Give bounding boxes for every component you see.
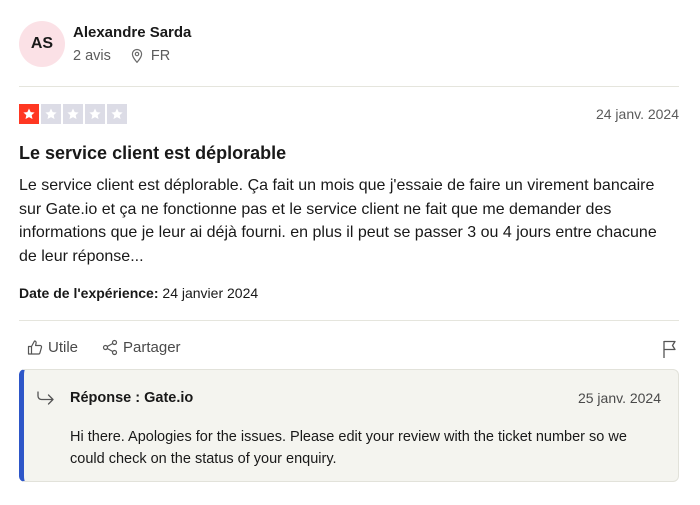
flag-icon[interactable] [661,339,679,359]
review-date: 24 janv. 2024 [595,106,679,122]
divider [19,86,679,87]
star-rating [19,104,127,124]
experience-value: 24 janvier 2024 [162,285,259,301]
star-empty-icon [85,104,105,124]
share-label: Partager [123,339,181,356]
review-actions: Utile Partager [27,339,181,356]
reply-date: 25 janv. 2024 [577,390,661,406]
author-country: FR [150,48,171,64]
share-button[interactable]: Partager [102,339,181,356]
review-title[interactable]: Le service client est déplorable [19,143,286,164]
reply-arrow-icon [37,391,54,405]
reply-title: Réponse : Gate.io [70,390,194,406]
review-body: Le service client est déplorable. Ça fai… [19,177,657,265]
thumbs-up-icon [27,340,43,355]
star-empty-icon [107,104,127,124]
company-reply: Réponse : Gate.io 25 janv. 2024 Hi there… [19,369,679,482]
location-pin-icon [131,48,143,64]
experience-label: Date de l'expérience: [19,285,159,301]
useful-label: Utile [48,339,79,356]
star-filled-icon [19,104,39,124]
star-empty-icon [63,104,83,124]
avatar[interactable]: AS [19,21,65,67]
author-meta: 2 avis FR [73,48,170,64]
reviews-count: 2 avis [73,48,111,64]
author-name[interactable]: Alexandre Sarda [73,24,191,41]
experience-date: Date de l'expérience: 24 janvier 2024 [19,285,258,301]
star-empty-icon [41,104,61,124]
useful-button[interactable]: Utile [27,339,78,356]
reply-body: Hi there. Apologies for the issues. Plea… [70,429,627,467]
share-icon [102,339,118,356]
divider [19,320,679,321]
